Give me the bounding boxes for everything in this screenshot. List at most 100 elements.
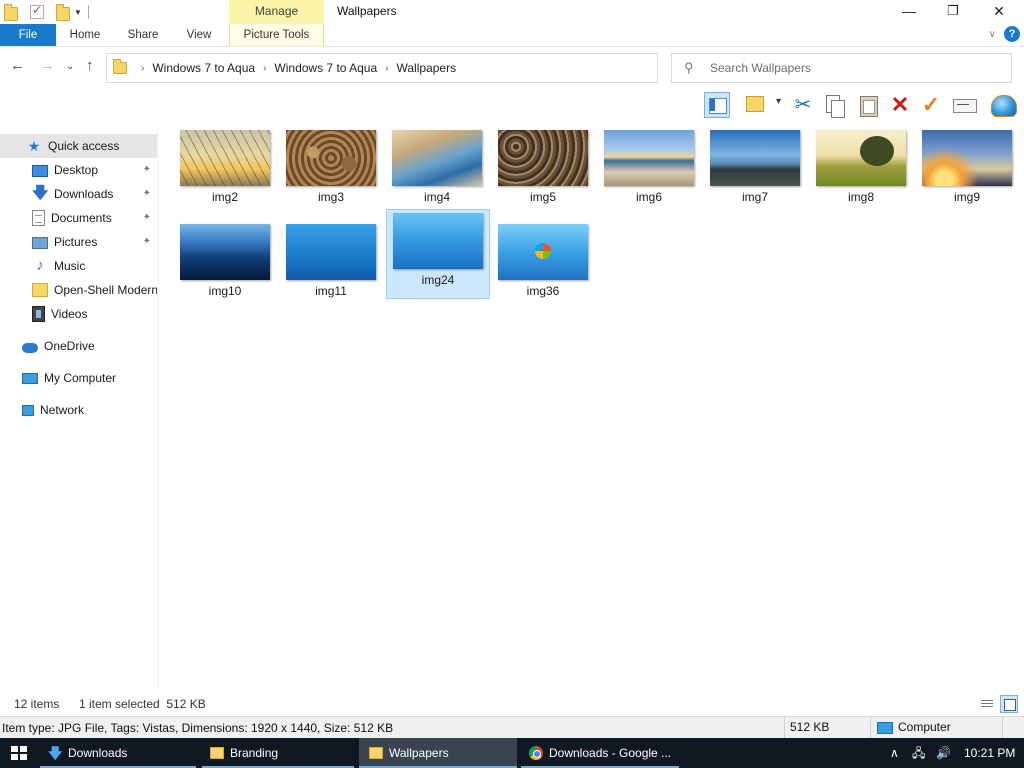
volume-icon[interactable]: 🔊 (936, 738, 951, 768)
quick-access-toolbar: ▼ (0, 0, 89, 24)
taskbar-button-wallpapers[interactable]: Wallpapers (359, 738, 517, 768)
pin-icon[interactable]: ✦ (143, 164, 151, 175)
sidebar-item-label: Quick access (48, 139, 120, 153)
back-button[interactable]: ← (10, 57, 25, 74)
file-tile-img7[interactable]: img7 (703, 126, 807, 216)
paste-icon[interactable] (856, 92, 882, 118)
manage-contextual-tab[interactable]: Manage (229, 0, 324, 24)
sidebar-item-onedrive[interactable]: OneDrive (0, 334, 157, 358)
start-button[interactable] (0, 738, 38, 768)
taskbar-button-label: Downloads - Google ... (549, 746, 672, 760)
cut-icon[interactable]: ✂ (790, 92, 816, 118)
desktop-icon (32, 165, 48, 177)
rename-icon[interactable] (951, 92, 977, 118)
breadcrumb-item-current[interactable]: Wallpapers (397, 61, 457, 75)
file-name: img9 (953, 190, 980, 204)
network-icon[interactable]: 🖧 (912, 738, 925, 768)
file-tile-img36[interactable]: img36 (491, 220, 595, 310)
image-thumbnail (286, 224, 376, 280)
minimize-button[interactable]: — (886, 0, 932, 24)
navigation-pane-toggle-icon[interactable] (704, 92, 730, 118)
file-tile-img8[interactable]: img8 (809, 126, 913, 216)
tab-picture-tools[interactable]: Picture Tools (229, 24, 324, 46)
taskbar: 🡇 Downloads Branding Wallpapers Download… (0, 738, 1024, 768)
breadcrumb-item[interactable]: Windows 7 to Aqua (274, 61, 377, 75)
select-all-icon[interactable]: ✓ (918, 92, 944, 118)
search-box[interactable]: ⚲ (671, 53, 1012, 83)
address-row: ← → ⌄ ↑ › Windows 7 to Aqua › Windows 7 … (0, 46, 1024, 88)
breadcrumb-separator-icon[interactable]: › (141, 63, 144, 74)
file-tile-img6[interactable]: img6 (597, 126, 701, 216)
file-tile-img24[interactable]: img24 (386, 209, 490, 299)
windows-logo-icon (11, 746, 27, 760)
sidebar-item-network[interactable]: Network (0, 398, 157, 422)
folder-icon (210, 747, 224, 759)
sidebar-item-label: Music (54, 259, 86, 273)
pin-icon[interactable]: ✦ (143, 212, 151, 223)
computer-icon (22, 373, 38, 384)
pin-icon[interactable]: ✦ (143, 188, 151, 199)
window-title: Wallpapers (337, 4, 397, 18)
details-view-icon[interactable] (978, 696, 995, 712)
forward-button[interactable]: → (40, 57, 55, 74)
file-tile-img2[interactable]: img2 (173, 126, 277, 216)
customize-toolbar-chevron-icon[interactable]: ▼ (74, 8, 82, 17)
sidebar-item-pictures[interactable]: Pictures ✦ (0, 230, 157, 254)
image-thumbnail (710, 130, 800, 186)
expand-ribbon-chevron-icon[interactable]: ∨ (989, 29, 996, 40)
pin-icon[interactable]: ✦ (143, 236, 151, 247)
recent-locations-chevron-icon[interactable]: ⌄ (66, 61, 74, 72)
navigation-pane: ★ Quick access Desktop ✦ 🡇 Downloads ✦ D… (0, 128, 158, 688)
address-bar[interactable]: › Windows 7 to Aqua › Windows 7 to Aqua … (106, 53, 756, 83)
large-icons-view-icon[interactable] (1000, 695, 1018, 713)
file-tile-img11[interactable]: img11 (279, 220, 383, 310)
breadcrumb: › Windows 7 to Aqua › Windows 7 to Aqua … (133, 54, 456, 82)
taskbar-button-chrome[interactable]: Downloads - Google ... (521, 738, 679, 768)
sidebar-item-open-shell-modern[interactable]: Open-Shell Modern (0, 278, 157, 302)
breadcrumb-item[interactable]: Windows 7 to Aqua (152, 61, 255, 75)
delete-icon[interactable]: ✕ (887, 92, 913, 118)
copy-icon[interactable] (822, 92, 848, 118)
file-name: img10 (208, 284, 242, 298)
open-shell-icon[interactable] (990, 92, 1017, 118)
sidebar-item-my-computer[interactable]: My Computer (0, 366, 157, 390)
help-icon[interactable]: ? (1004, 26, 1020, 42)
sidebar-item-documents[interactable]: Documents ✦ (0, 206, 157, 230)
sidebar-item-music[interactable]: ♪ Music (0, 254, 157, 278)
search-input[interactable] (710, 59, 1000, 77)
clock[interactable]: 10:21 PM (964, 738, 1015, 768)
file-tile-img5[interactable]: img5 (491, 126, 595, 216)
file-tile-img3[interactable]: img3 (279, 126, 383, 216)
sidebar-item-videos[interactable]: Videos (0, 302, 157, 326)
tab-share[interactable]: Share (120, 24, 166, 46)
command-toolbar: ✂ ✕ ✓ (0, 88, 1024, 122)
close-button[interactable]: ✕ (976, 0, 1022, 24)
tab-file[interactable]: File (0, 24, 56, 46)
sidebar-item-label: Videos (51, 307, 88, 321)
music-icon: ♪ (36, 257, 44, 274)
file-tile-img10[interactable]: img10 (173, 220, 277, 310)
file-tile-img4[interactable]: img4 (385, 126, 489, 216)
show-hidden-icons-chevron-icon[interactable]: ∧ (890, 738, 899, 768)
file-tile-img9[interactable]: img9 (915, 126, 1019, 216)
new-folder-icon[interactable] (56, 4, 70, 21)
sidebar-item-quick-access[interactable]: ★ Quick access (0, 134, 157, 158)
toolbar-divider (87, 5, 89, 19)
tab-home[interactable]: Home (62, 24, 108, 46)
file-name: img11 (315, 284, 347, 298)
properties-icon[interactable] (30, 3, 44, 19)
change-view-icon[interactable] (744, 92, 781, 118)
up-button[interactable]: ↑ (86, 57, 94, 74)
breadcrumb-separator-icon[interactable]: › (263, 63, 266, 74)
location-label: Computer (898, 720, 951, 734)
taskbar-button-branding[interactable]: Branding (202, 738, 354, 768)
folder-icon[interactable] (4, 4, 18, 21)
taskbar-button-downloads[interactable]: 🡇 Downloads (40, 738, 196, 768)
resize-grip[interactable] (1002, 717, 1024, 738)
sidebar-item-desktop[interactable]: Desktop ✦ (0, 158, 157, 182)
breadcrumb-separator-icon[interactable]: › (385, 63, 388, 74)
tab-view[interactable]: View (176, 24, 222, 46)
maximize-button[interactable]: ❐ (930, 0, 976, 24)
folder-icon (32, 283, 48, 297)
sidebar-item-downloads[interactable]: 🡇 Downloads ✦ (0, 182, 157, 206)
